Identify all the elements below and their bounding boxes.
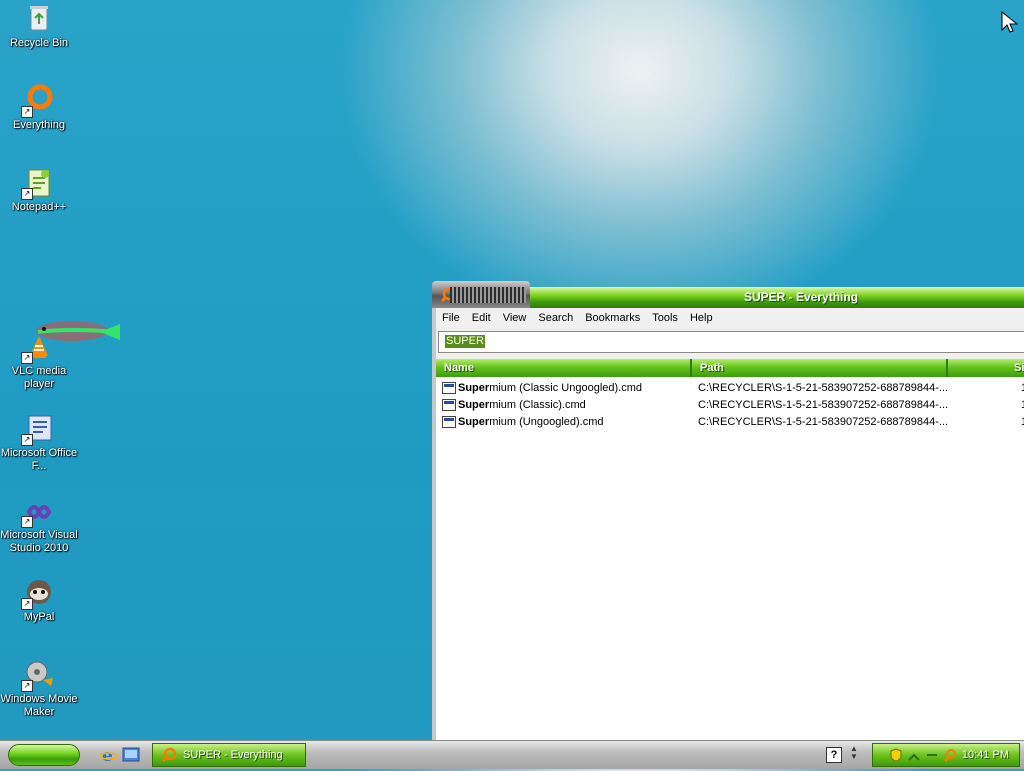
everything-window[interactable]: SUPER - Everything File Edit View Search Boo… (432, 281, 1024, 741)
result-path: C:\RECYCLER\S-1-5-21-583907252-688789844… (698, 416, 949, 428)
desktop-icon-label: VLC media player (11, 365, 67, 390)
network-icon[interactable] (907, 748, 921, 762)
menu-tools[interactable]: Tools (646, 308, 684, 328)
shortcut-arrow-icon: ↗ (21, 516, 33, 528)
help-icon[interactable]: ? (826, 747, 842, 763)
result-path: C:\RECYCLER\S-1-5-21-583907252-688789844… (698, 399, 949, 411)
results-header: Name Path Si (436, 359, 1024, 377)
recycle-bin-icon (23, 2, 55, 34)
office-icon: ↗ (21, 412, 55, 446)
volume-icon[interactable] (925, 748, 939, 762)
taskbar-button-label: SUPER - Everything (183, 749, 283, 761)
result-row[interactable]: Supermium (Classic Ungoogled).cmd C:\REC… (436, 380, 1024, 397)
shortcut-arrow-icon: ↗ (21, 598, 33, 610)
result-name: Supermium (Classic Ungoogled).cmd (458, 382, 643, 394)
mypal-icon: ↗ (21, 576, 55, 610)
security-shield-icon[interactable] (889, 748, 903, 762)
menu-view[interactable]: View (497, 308, 533, 328)
desktop-icon-movie-maker[interactable]: ↗ Windows Movie Maker (0, 658, 78, 719)
result-path: C:\RECYCLER\S-1-5-21-583907252-688789844… (698, 382, 949, 394)
column-header-path[interactable]: Path (692, 359, 948, 377)
search-input[interactable]: SUPER (438, 331, 1024, 353)
desktop-icon-label: Notepad++ (11, 201, 67, 213)
desktop-icon-label: Windows Movie Maker (0, 693, 78, 718)
menu-bar: File Edit View Search Bookmarks Tools Help (436, 308, 1024, 328)
desktop-icon-visual-studio[interactable]: ↗ Microsoft Visual Studio 2010 (0, 494, 78, 555)
cmd-file-icon (442, 382, 456, 394)
visual-studio-icon: ↗ (21, 494, 55, 528)
menu-bookmarks[interactable]: Bookmarks (579, 308, 646, 328)
movie-maker-icon: ↗ (21, 658, 55, 692)
window-title-bar[interactable]: SUPER - Everything (530, 287, 1024, 308)
start-button[interactable] (8, 744, 80, 766)
taskbar-button-everything[interactable]: SUPER - Everything (152, 743, 306, 767)
shortcut-arrow-icon: ↗ (21, 106, 33, 118)
shortcut-arrow-icon: ↗ (21, 188, 33, 200)
results-list: Supermium (Classic Ungoogled).cmd C:\REC… (436, 377, 1024, 741)
everything-tray-icon[interactable] (943, 748, 957, 762)
system-tray: 10:41 PM (872, 743, 1020, 767)
desktop-icon-mypal[interactable]: ↗ MyPal (0, 576, 78, 624)
menu-edit[interactable]: Edit (466, 308, 497, 328)
shortcut-arrow-icon: ↗ (21, 680, 33, 692)
clock[interactable]: 10:41 PM (962, 744, 1009, 766)
desktop-icon-vlc[interactable]: ↗ VLC media player (0, 330, 78, 391)
desktop-icon-label: Recycle Bin (9, 37, 69, 49)
titlebar-grip-pattern (450, 287, 526, 303)
result-row[interactable]: Supermium (Classic).cmd C:\RECYCLER\S-1-… (436, 397, 1024, 414)
cmd-file-icon (442, 416, 456, 428)
vlc-icon: ↗ (21, 330, 55, 364)
internet-explorer-icon[interactable]: e (99, 746, 119, 766)
titlebar-grip[interactable] (432, 281, 530, 308)
everything-icon (161, 747, 177, 763)
show-desktop-icon[interactable] (122, 746, 140, 764)
mouse-cursor-icon (1000, 10, 1019, 34)
desktop-icon-notepadpp[interactable]: ↗ Notepad++ (0, 166, 78, 214)
menu-search[interactable]: Search (532, 308, 579, 328)
desktop-icon-office[interactable]: ↗ Microsoft Office F... (0, 412, 78, 473)
desktop-icon-label: Everything (13, 119, 65, 131)
search-input-value: SUPER (445, 335, 485, 348)
result-row[interactable]: Supermium (Ungoogled).cmd C:\RECYCLER\S-… (436, 414, 1024, 431)
window-title: SUPER - Everything (744, 290, 859, 304)
desktop-icon-label: Microsoft Office F... (0, 447, 78, 472)
result-name: Supermium (Ungoogled).cmd (458, 416, 604, 428)
taskbar: e SUPER - Everything ? ▲ ▼ 10:41 PM (0, 740, 1024, 769)
menu-help[interactable]: Help (684, 308, 719, 328)
everything-icon: ↗ (21, 84, 55, 118)
svg-text:e: e (102, 746, 113, 764)
result-name: Supermium (Classic).cmd (458, 399, 586, 411)
shortcut-arrow-icon: ↗ (21, 352, 33, 364)
shortcut-arrow-icon: ↗ (21, 434, 33, 446)
desktop-icon-recycle-bin[interactable]: Recycle Bin (0, 2, 78, 50)
column-header-name[interactable]: Name (436, 359, 692, 377)
desktop-icon-everything[interactable]: ↗ Everything (0, 84, 78, 132)
menu-file[interactable]: File (436, 308, 466, 328)
desktop-icon-label: MyPal (23, 611, 55, 623)
notepadpp-icon: ↗ (21, 166, 55, 200)
tray-expand-icon[interactable]: ▲ ▼ (850, 745, 860, 763)
cmd-file-icon (442, 399, 456, 411)
column-header-size[interactable]: Si (948, 359, 1024, 377)
desktop-icon-label: Microsoft Visual Studio 2010 (0, 529, 78, 554)
window-titlebar[interactable]: SUPER - Everything (432, 281, 1024, 308)
